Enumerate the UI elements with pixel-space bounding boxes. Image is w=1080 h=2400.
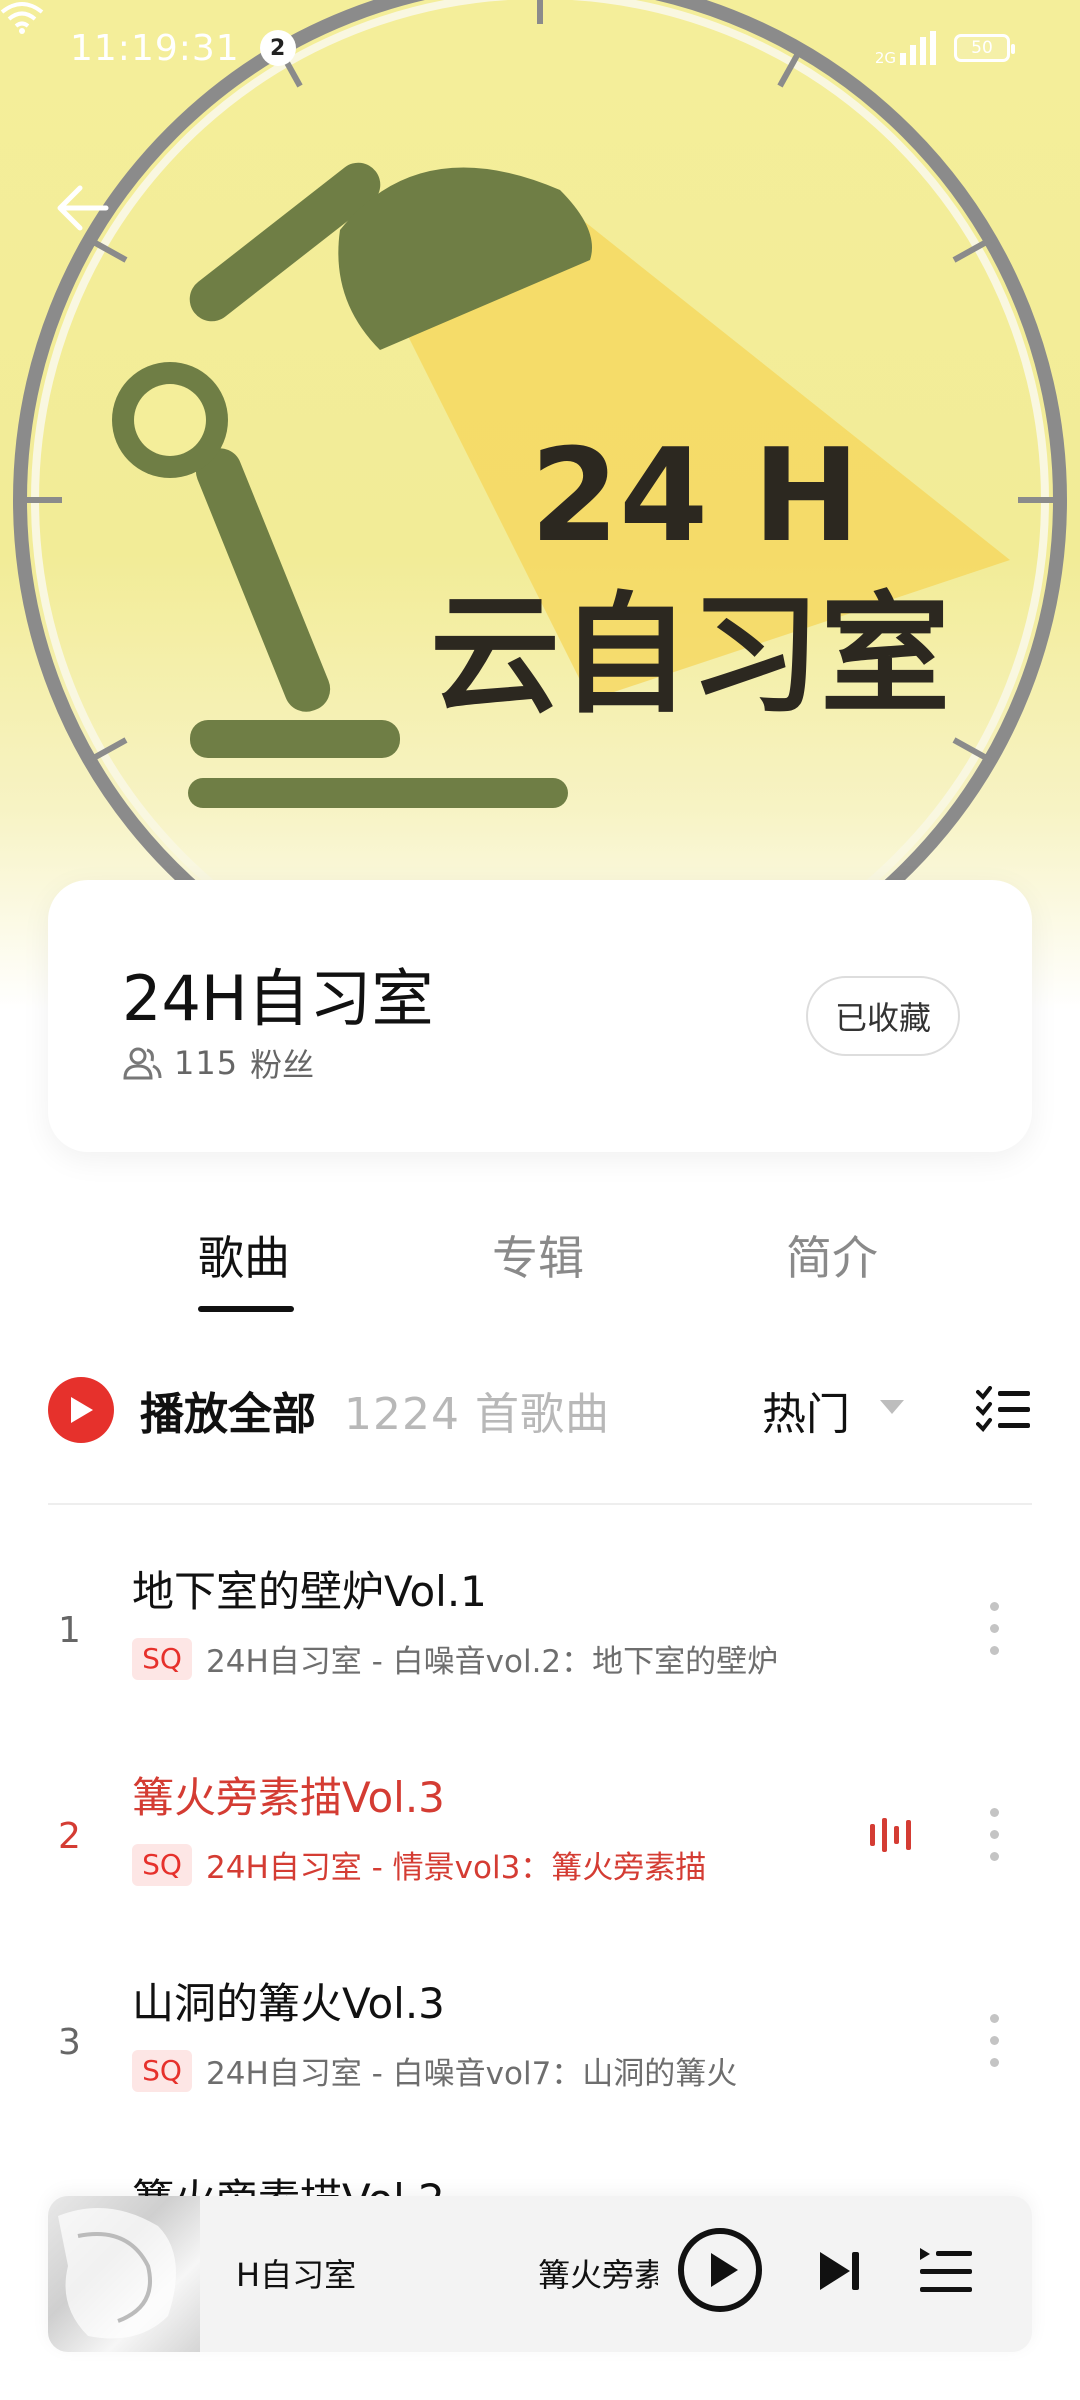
play-icon [71,1397,93,1423]
song-subtitle: 24H自习室 - 白噪音vol.2：地下室的壁炉 [206,1644,779,1680]
play-all-label[interactable]: 播放全部 [140,1378,316,1442]
cover-image [58,2208,176,2339]
song-meta: SQ 24H自习室 - 白噪音vol.2：地下室的壁炉 [132,1636,778,1681]
song-index: 2 [58,1816,81,1857]
more-vertical-icon[interactable] [990,1602,1000,1655]
wifi-icon [0,2,44,34]
tab-songs[interactable]: 歌曲 [198,1222,290,1288]
now-playing-equalizer-icon [870,1818,911,1852]
collected-button[interactable]: 已收藏 [806,976,960,1056]
tab-bar: 歌曲 专辑 简介 [0,1222,1080,1312]
play-all-row: 播放全部 1224 首歌曲 热门 [48,1370,1032,1450]
play-button[interactable] [676,2226,764,2314]
network-type: 2G [874,49,896,67]
users-icon [123,1047,162,1080]
cover-title-line2: 云自习室 [430,579,950,731]
back-button[interactable] [52,178,112,238]
caret-down-icon[interactable] [880,1400,904,1414]
artist-info-card: 24H自习室 115 粉丝 已收藏 [48,880,1032,1152]
cellular-signal-icon: 2G [874,31,936,67]
more-vertical-icon[interactable] [990,2014,1000,2067]
now-playing-text: H自习室 [236,2256,357,2294]
fans-count: 115 [174,1044,239,1082]
album-cover-thumbnail[interactable] [48,2196,200,2352]
now-playing-scrolling-title: 篝火旁素 [538,2256,658,2294]
sq-badge: SQ [132,1637,192,1680]
more-vertical-icon[interactable] [990,1808,1000,1861]
status-time: 11:19:31 [70,27,240,69]
status-bar: 11:19:31 2 2G 50 [0,0,1080,96]
arrow-left-icon [57,185,109,231]
playlist-icon[interactable] [916,2244,974,2298]
song-count: 1224 首歌曲 [344,1389,610,1440]
fans-label: 粉丝 [250,1046,315,1084]
song-meta: SQ 24H自习室 - 白噪音vol7：山洞的篝火 [132,2048,737,2093]
song-index: 1 [58,1610,81,1651]
next-track-button[interactable] [814,2246,864,2296]
tab-albums[interactable]: 专辑 [492,1222,584,1288]
divider [48,1503,1032,1505]
battery-icon: 50 [954,34,1015,62]
song-subtitle: 24H自习室 - 情景vol3：篝火旁素描 [206,1850,707,1886]
song-index: 3 [58,2022,81,2063]
sort-dropdown[interactable]: 热门 [762,1378,850,1442]
song-row[interactable]: 1 地下室的壁炉Vol.1 SQ 24H自习室 - 白噪音vol.2：地下室的壁… [0,1530,1080,1700]
song-title: 篝火旁素描Vol.3 [132,1773,445,1822]
tab-intro[interactable]: 简介 [786,1222,878,1288]
multi-select-icon[interactable] [976,1386,1032,1434]
hero-cover: 24 H 云自习室 11:19:31 2 2G 50 [0,0,1080,1010]
artist-name: 24H自习室 [122,962,434,1035]
battery-level: 50 [971,38,993,58]
song-row-playing[interactable]: 2 篝火旁素描Vol.3 SQ 24H自习室 - 情景vol3：篝火旁素描 [0,1736,1080,1906]
song-subtitle: 24H自习室 - 白噪音vol7：山洞的篝火 [206,2056,738,2092]
cover-art: 24 H 云自习室 [13,0,1067,1010]
song-row[interactable]: 3 山洞的篝火Vol.3 SQ 24H自习室 - 白噪音vol7：山洞的篝火 [0,1942,1080,2112]
fans-row: 115 粉丝 [122,1040,314,1086]
sq-badge: SQ [132,1843,192,1886]
active-tab-indicator [198,1306,294,1312]
cover-title-line1: 24 H [530,422,860,571]
sq-badge: SQ [132,2049,192,2092]
mini-player[interactable]: H自习室 篝火旁素 [48,2196,1032,2352]
play-all-button[interactable] [48,1377,114,1443]
song-meta: SQ 24H自习室 - 情景vol3：篝火旁素描 [132,1842,706,1887]
notification-badge: 2 [259,30,296,66]
song-title: 地下室的壁炉Vol.1 [132,1567,487,1616]
song-title: 山洞的篝火Vol.3 [132,1979,445,2028]
